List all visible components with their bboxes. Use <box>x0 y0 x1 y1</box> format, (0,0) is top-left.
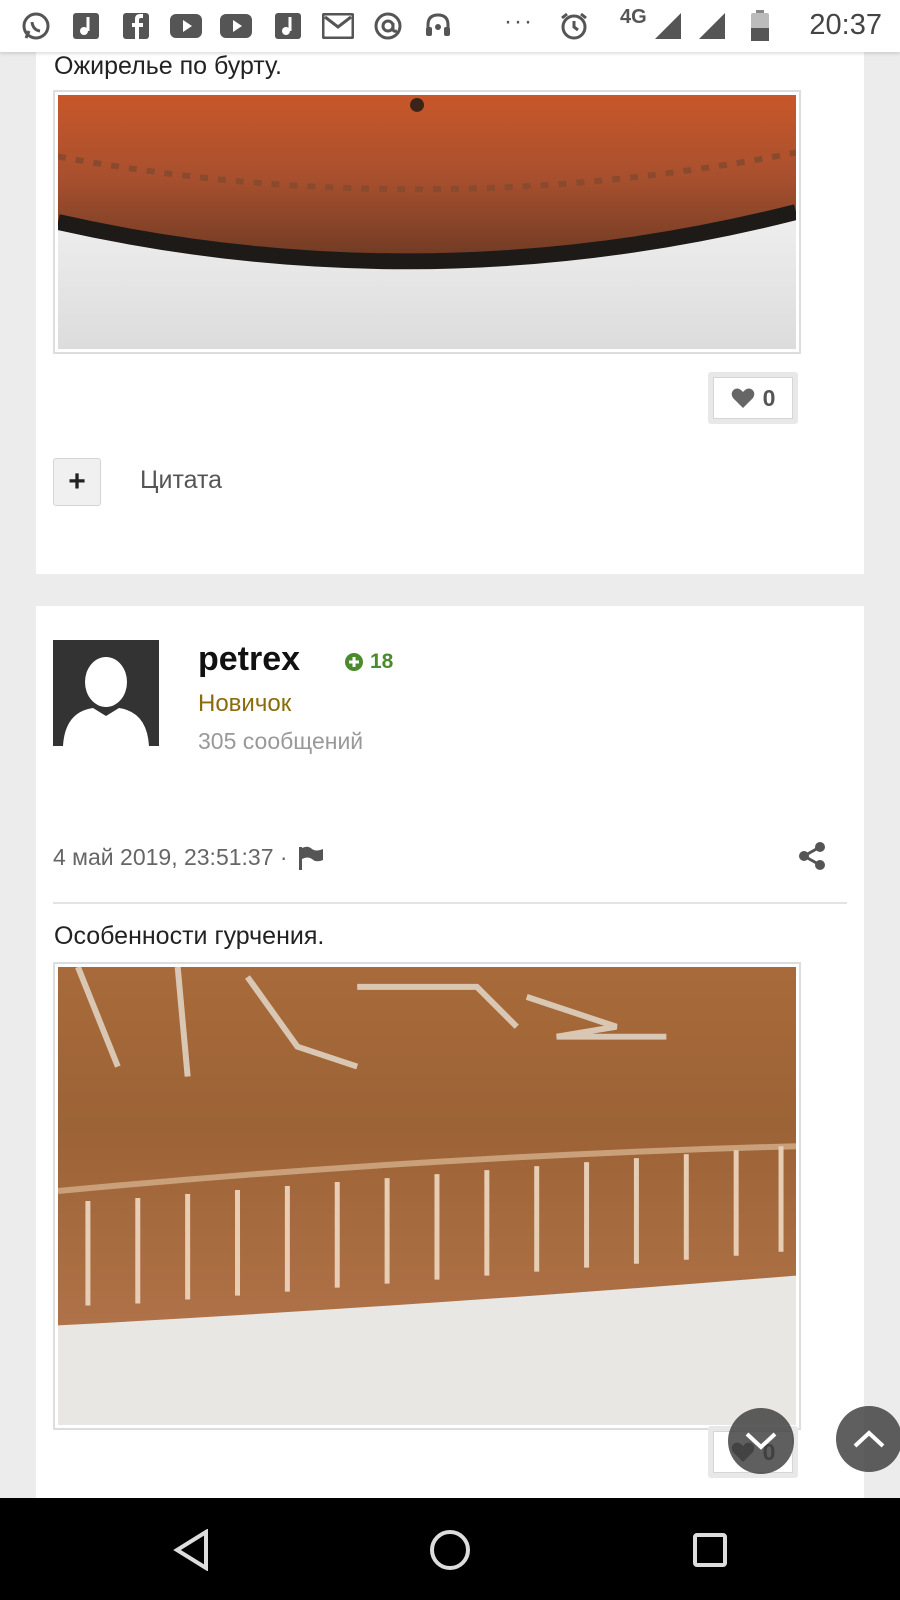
post-caption: Ожирелье по бурту. <box>54 52 282 80</box>
alarm-icon <box>558 10 590 42</box>
email-icon <box>372 10 404 42</box>
overflow-indicator: ··· <box>504 8 534 35</box>
share-icon[interactable] <box>796 840 828 872</box>
home-button[interactable] <box>428 1528 472 1572</box>
status-bar: ··· 4G 20:37 <box>0 0 900 52</box>
post-card: petrex 18 Новичок 305 сообщений 4 май 20… <box>36 606 864 1506</box>
post-count: 305 сообщений <box>198 728 364 754</box>
post-date: 4 май 2019, 23:51:37 · <box>53 844 288 870</box>
post-caption: Особенности гурчения. <box>54 922 325 950</box>
like-button[interactable]: 0 <box>713 377 793 419</box>
facebook-icon <box>120 10 152 42</box>
divider <box>53 902 847 904</box>
back-triangle-icon <box>173 1529 208 1571</box>
chevron-up-icon <box>853 1430 885 1448</box>
avatar[interactable] <box>53 640 159 746</box>
quote-link[interactable]: Цитата <box>140 466 222 495</box>
post-image[interactable] <box>53 90 801 354</box>
post-meta: 4 май 2019, 23:51:37 · <box>53 844 324 871</box>
network-type: 4G <box>620 6 647 28</box>
recents-square-icon <box>693 1533 727 1567</box>
reputation-badge: 18 <box>344 650 393 674</box>
plus-circle-icon <box>345 653 363 671</box>
recents-button[interactable] <box>688 1528 732 1572</box>
post-card: Ожирелье по бурту. 0 + Цитата <box>36 52 864 574</box>
post-image[interactable] <box>53 962 801 1430</box>
music-icon <box>70 10 102 42</box>
battery-icon <box>744 10 776 42</box>
system-nav-bar <box>0 1498 900 1600</box>
signal-icon <box>696 10 728 42</box>
chevron-down-icon <box>745 1432 777 1450</box>
like-container: 0 <box>708 372 798 424</box>
headset-icon <box>422 10 454 42</box>
scroll-up-button[interactable] <box>836 1406 900 1472</box>
whatsapp-icon <box>20 10 52 42</box>
coin-edge-photo <box>58 95 796 349</box>
like-count: 0 <box>762 384 776 411</box>
user-rank: Новичок <box>198 690 292 717</box>
back-button[interactable] <box>170 1528 214 1572</box>
reputation-count: 18 <box>370 650 394 673</box>
home-circle-icon <box>430 1530 470 1570</box>
coin-reeding-photo <box>58 967 796 1425</box>
heart-icon <box>731 388 754 408</box>
author-name[interactable]: petrex <box>198 640 300 679</box>
youtube-icon <box>170 10 202 42</box>
flag-icon[interactable] <box>298 846 324 870</box>
signal-icon <box>652 10 684 42</box>
scroll-down-button[interactable] <box>728 1408 794 1474</box>
gmail-icon <box>322 10 354 42</box>
multiquote-button[interactable]: + <box>53 458 101 506</box>
youtube-icon <box>220 10 252 42</box>
clock: 20:37 <box>809 9 882 41</box>
music-icon <box>272 10 304 42</box>
